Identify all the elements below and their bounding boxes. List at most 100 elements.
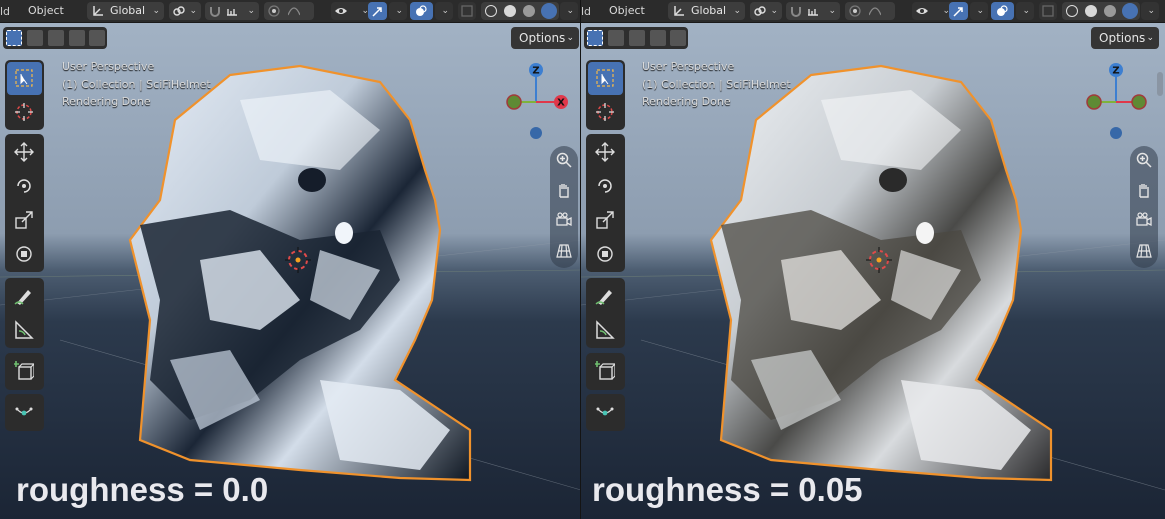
viewport-left[interactable]: ld Object Global ⌄ ⌄ ⌄ ⌄ ⌄ ⌄ ⌄ Options ⌄… [0,0,581,519]
shading-dropdown[interactable]: ⌄ [560,2,578,20]
gizmo-toggle[interactable] [368,2,387,20]
axis-z-negative-icon[interactable] [1110,127,1122,139]
transform-tool[interactable] [588,238,623,271]
chevron-down-icon: ⌄ [1022,6,1030,16]
xray-toggle[interactable] [458,2,476,20]
proportional-edit-toggle[interactable] [264,2,314,20]
pivot-point-dropdown[interactable]: ⌄ [169,2,201,20]
annotate-icon [595,290,612,305]
proportional-edit-toggle[interactable] [845,2,895,20]
axis-y-icon[interactable] [1131,94,1147,110]
grid-ortho-icon[interactable] [556,242,572,258]
select-subtract-icon[interactable] [48,30,64,46]
scale-tool[interactable] [7,204,42,237]
select-new-icon[interactable] [6,30,22,46]
hand-pan-icon[interactable] [556,182,572,198]
annotate-tool[interactable] [7,280,42,313]
magnet-icon [791,7,801,17]
camera-icon[interactable] [1136,212,1152,228]
overlays-dropdown[interactable]: ⌄ [1016,2,1034,20]
move-tool[interactable] [7,136,42,169]
shading-dropdown[interactable]: ⌄ [1141,2,1159,20]
transform-icon [597,246,613,262]
overlays-dropdown[interactable]: ⌄ [435,2,453,20]
material-shading-icon[interactable] [1104,5,1116,17]
overlays-toggle[interactable] [991,2,1014,20]
tool-settings-bar: Options ⌄ [581,23,1165,51]
zoom-icon[interactable] [1136,152,1152,168]
visibility-dropdown[interactable]: ⌄ [331,2,373,20]
navigation-gizmo[interactable]: Z X [500,60,574,146]
snapping-toggle[interactable]: ⌄ [786,2,840,20]
transform-orientation-dropdown[interactable]: Global ⌄ [87,2,164,20]
select-subtract-icon[interactable] [629,30,645,46]
rotate-tool[interactable] [7,170,42,203]
select-box-tool[interactable] [7,62,42,95]
select-extend-icon[interactable] [608,30,624,46]
editor-type-label[interactable]: ld [581,5,591,18]
magnet-icon [210,7,220,17]
axis-z-negative-icon[interactable] [530,127,542,139]
viewport-header: ld Object Global ⌄ ⌄ ⌄ ⌄ ⌄ ⌄ ⌄ [0,0,581,23]
render-status-label: Rendering Done [62,95,151,108]
gizmo-arrow-icon [953,7,963,17]
select-new-icon[interactable] [587,30,603,46]
axis-y-negative-icon[interactable] [506,94,522,110]
select-invert-icon[interactable] [650,30,666,46]
add-cube-tool[interactable] [7,355,42,388]
transform-tool[interactable] [7,238,42,271]
toolbar-group-select [5,60,44,130]
material-shading-icon[interactable] [523,5,535,17]
rotate-tool[interactable] [588,170,623,203]
transform-orientation-dropdown[interactable]: Global ⌄ [668,2,745,20]
add-cube-tool[interactable] [588,355,623,388]
measure-tool[interactable] [7,314,42,347]
move-tool[interactable] [588,136,623,169]
object-menu[interactable]: Object [22,4,70,17]
camera-icon[interactable] [556,212,572,228]
options-dropdown[interactable]: Options ⌄ [1091,27,1159,49]
select-extend-icon[interactable] [27,30,43,46]
gizmo-dropdown[interactable]: ⌄ [389,2,407,20]
cursor-tool[interactable] [7,96,42,129]
cursor-tool[interactable] [588,96,623,129]
navigation-gizmo[interactable]: Z [1080,60,1154,146]
select-intersect-icon[interactable] [670,30,686,46]
zoom-icon[interactable] [556,152,572,168]
shear-tool[interactable] [7,396,42,429]
view-navigation-controls [550,146,578,268]
pivot-point-dropdown[interactable]: ⌄ [750,2,782,20]
measure-tool[interactable] [588,314,623,347]
overlays-toggle[interactable] [410,2,433,20]
select-invert-icon[interactable] [69,30,85,46]
xray-toggle[interactable] [1039,2,1057,20]
selection-mode-group [584,27,688,49]
snapping-toggle[interactable]: ⌄ [205,2,259,20]
chevron-down-icon: ⌄ [733,6,741,16]
editor-type-label[interactable]: ld [0,5,10,18]
gizmo-dropdown[interactable]: ⌄ [970,2,988,20]
viewport-right[interactable]: ld Object Global ⌄ ⌄ ⌄ ⌄ ⌄ ⌄ ⌄ Options ⌄… [581,0,1165,519]
visibility-dropdown[interactable]: ⌄ [912,2,954,20]
select-intersect-icon[interactable] [89,30,105,46]
solid-shading-icon[interactable] [504,5,516,17]
options-label: Options [519,31,566,45]
rendered-shading-icon[interactable] [541,3,557,19]
annotate-tool[interactable] [588,280,623,313]
rendered-shading-icon[interactable] [1122,3,1138,19]
grid-ortho-icon[interactable] [1136,242,1152,258]
axis-y-negative-icon[interactable] [1086,94,1102,110]
hand-pan-icon[interactable] [1136,182,1152,198]
wireframe-shading-icon[interactable] [1066,5,1078,17]
scrollbar-handle[interactable] [1157,72,1163,96]
solid-shading-icon[interactable] [1085,5,1097,17]
proportional-edit-icon [268,5,280,17]
options-dropdown[interactable]: Options ⌄ [511,27,579,49]
scale-tool[interactable] [588,204,623,237]
select-box-tool[interactable] [588,62,623,95]
wireframe-shading-icon[interactable] [485,5,497,17]
toolbar-group-transform [5,134,44,272]
object-menu[interactable]: Object [603,4,651,17]
gizmo-toggle[interactable] [949,2,968,20]
shear-tool[interactable] [588,396,623,429]
